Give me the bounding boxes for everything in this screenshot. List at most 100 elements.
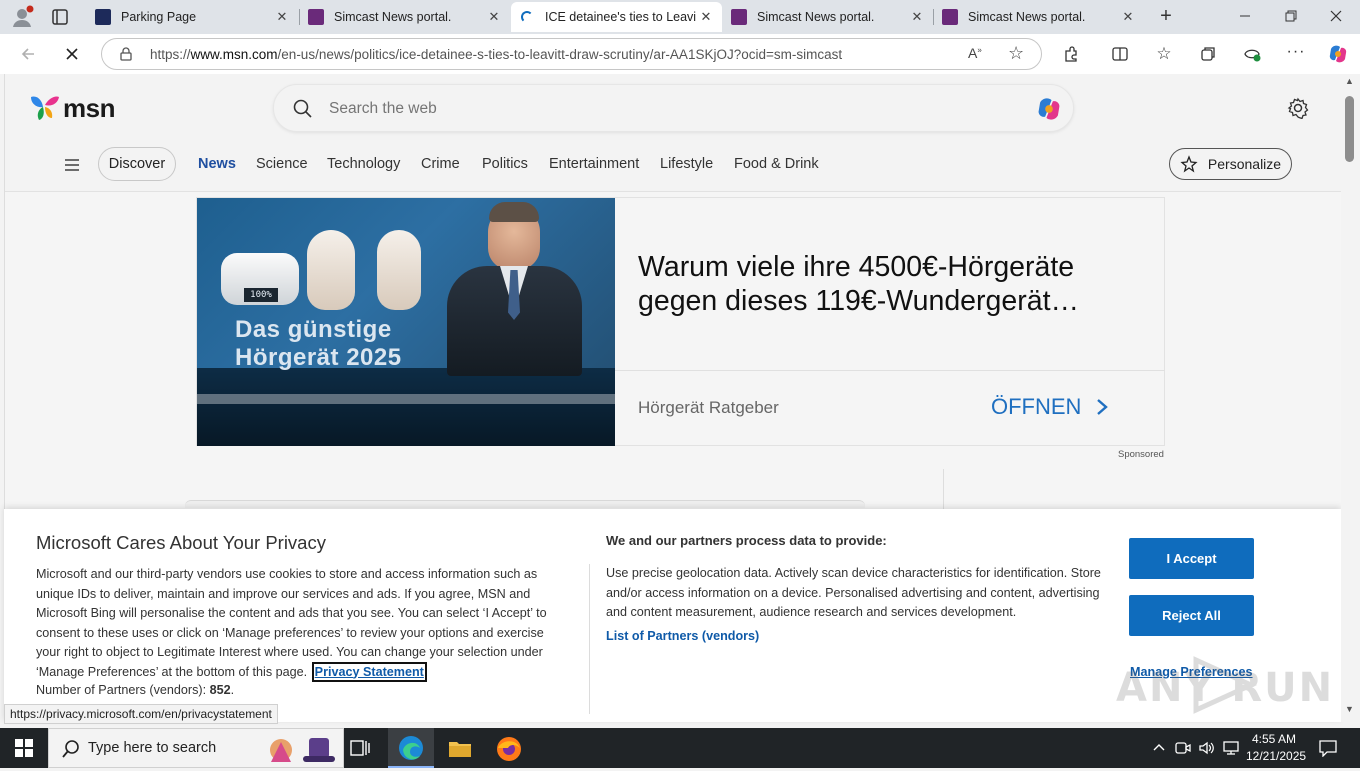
copilot-search-icon[interactable] — [1034, 95, 1064, 128]
nav-food-drink[interactable]: Food & Drink — [734, 156, 819, 172]
close-window-icon[interactable] — [1327, 7, 1345, 25]
privacy-statement-link[interactable]: Privacy Statement — [311, 661, 427, 682]
tab-simcast-1[interactable]: Simcast News portal. ✕ — [300, 2, 510, 32]
toolbar: https://www.msn.com/en-us/news/politics/… — [0, 34, 1360, 74]
taskbar-search-box[interactable]: Type here to search — [48, 728, 344, 768]
tab-strip: Parking Page ✕ Simcast News portal. ✕ IC… — [0, 0, 1360, 34]
simcast-favicon-icon — [942, 9, 958, 25]
tab-simcast-3[interactable]: Simcast News portal. ✕ — [934, 2, 1144, 32]
tab-actions-icon[interactable] — [50, 7, 70, 27]
category-nav: Discover News Science Technology Crime P… — [5, 146, 1341, 182]
meet-now-icon[interactable] — [1175, 740, 1191, 761]
clock-date[interactable]: 12/21/2025 — [1246, 749, 1306, 763]
sponsored-ad[interactable]: 100% Das günstige Hörgerät 2025 Warum vi… — [196, 197, 1165, 446]
read-aloud-icon[interactable]: A» — [968, 45, 982, 61]
favorite-star-icon[interactable]: ☆ — [1008, 43, 1024, 64]
new-tab-icon[interactable]: + — [1155, 5, 1177, 27]
windows-taskbar: Type here to search 4:55 AM 12/21/2025 — [0, 728, 1360, 768]
discover-label: Discover — [108, 156, 166, 172]
vertical-scrollbar[interactable]: ▲ ▼ — [1341, 74, 1360, 722]
list-of-partners-link[interactable]: List of Partners (vendors) — [606, 629, 759, 643]
firefox-icon[interactable] — [496, 736, 522, 767]
network-icon[interactable] — [1222, 740, 1240, 761]
hamburger-menu-icon[interactable] — [64, 158, 80, 177]
chevron-right-icon — [1097, 399, 1109, 415]
nav-technology[interactable]: Technology — [327, 156, 400, 172]
stop-loading-icon[interactable] — [60, 42, 84, 66]
ad-cta-label: ÖFFNEN — [991, 394, 1082, 419]
volume-icon[interactable] — [1198, 740, 1216, 761]
site-info-icon[interactable] — [118, 46, 134, 62]
scroll-up-arrow-icon[interactable]: ▲ — [1345, 76, 1354, 86]
back-icon[interactable] — [16, 42, 40, 66]
ad-image[interactable]: 100% Das günstige Hörgerät 2025 — [197, 198, 615, 446]
msn-butterfly-icon — [31, 96, 59, 120]
msn-logo[interactable]: msn — [29, 93, 115, 123]
copilot-icon[interactable] — [1326, 42, 1350, 66]
collections-icon[interactable] — [1196, 42, 1220, 66]
web-search-box[interactable] — [273, 84, 1074, 132]
scrollbar-thumb[interactable] — [1345, 96, 1354, 162]
favorites-icon[interactable]: ☆ — [1152, 42, 1176, 66]
personalize-button[interactable]: Personalize — [1169, 148, 1292, 180]
nav-politics[interactable]: Politics — [482, 156, 528, 172]
accept-label: I Accept — [1166, 551, 1217, 566]
profile-icon[interactable] — [10, 5, 34, 29]
task-view-icon[interactable] — [350, 738, 370, 763]
nav-news[interactable]: News — [198, 156, 236, 172]
close-tab-icon[interactable]: ✕ — [1118, 9, 1138, 25]
ad-divider — [615, 370, 1165, 371]
feed-column-divider — [943, 469, 944, 509]
notifications-icon[interactable] — [1318, 739, 1338, 762]
ad-cta-button[interactable]: ÖFFNEN — [991, 394, 1111, 420]
privacy-body: Microsoft and our third-party vendors us… — [36, 565, 571, 682]
search-input[interactable] — [329, 97, 1009, 121]
nav-entertainment[interactable]: Entertainment — [549, 156, 639, 172]
browser-essentials-icon[interactable] — [1240, 42, 1264, 66]
accept-button[interactable]: I Accept — [1129, 538, 1254, 579]
watermark-text: ANY RUN — [1116, 665, 1335, 711]
file-explorer-icon[interactable] — [448, 738, 472, 763]
nav-science[interactable]: Science — [256, 156, 308, 172]
scroll-down-arrow-icon[interactable]: ▼ — [1345, 704, 1354, 714]
split-screen-icon[interactable] — [1108, 42, 1132, 66]
presenter-hair — [489, 202, 539, 222]
tab-title: Simcast News portal. — [334, 10, 452, 24]
edge-taskbar-icon[interactable] — [388, 728, 434, 768]
loading-spinner-icon — [521, 11, 533, 23]
status-url-tooltip: https://privacy.microsoft.com/en/privacy… — [4, 704, 278, 724]
nav-lifestyle[interactable]: Lifestyle — [660, 156, 713, 172]
reject-all-button[interactable]: Reject All — [1129, 595, 1254, 636]
windows-start-icon[interactable] — [15, 739, 33, 762]
discover-button[interactable]: Discover — [98, 147, 176, 181]
close-tab-icon[interactable]: ✕ — [696, 9, 716, 25]
ad-headline[interactable]: Warum viele ihre 4500€-Hörgeräte gegen d… — [638, 250, 1128, 318]
nav-crime[interactable]: Crime — [421, 156, 460, 172]
settings-gear-icon[interactable] — [1287, 97, 1309, 124]
tab-title: Simcast News portal. — [968, 10, 1086, 24]
restore-icon[interactable] — [1282, 7, 1300, 25]
simcast-favicon-icon — [731, 9, 747, 25]
close-tab-icon[interactable]: ✕ — [272, 9, 292, 25]
tab-simcast-2[interactable]: Simcast News portal. ✕ — [723, 2, 933, 32]
privacy-body-text: Microsoft and our third-party vendors us… — [36, 567, 547, 679]
clock-time[interactable]: 4:55 AM — [1252, 732, 1296, 746]
extensions-icon[interactable] — [1059, 42, 1083, 66]
address-bar[interactable]: https://www.msn.com/en-us/news/politics/… — [101, 38, 1042, 70]
partners-suffix: . — [230, 683, 235, 697]
simcast-favicon-icon — [308, 9, 324, 25]
url-text[interactable]: https://www.msn.com/en-us/news/politics/… — [150, 47, 842, 62]
hearing-aid-device — [377, 230, 421, 310]
anyrun-watermark: ANY RUN — [1116, 655, 1332, 715]
ad-image-text-1: Das günstige — [235, 316, 392, 343]
minimize-icon[interactable] — [1236, 7, 1254, 25]
tab-ice-detainee[interactable]: ICE detainee's ties to Leavitt ✕ — [511, 2, 722, 32]
tab-parking-page[interactable]: Parking Page ✕ — [87, 2, 298, 32]
search-highlight-icon — [261, 732, 339, 766]
feed-card-edge — [185, 500, 865, 508]
close-tab-icon[interactable]: ✕ — [484, 9, 504, 25]
more-options-icon[interactable]: ··· — [1284, 40, 1308, 64]
show-hidden-icons-chevron-icon[interactable] — [1152, 740, 1166, 759]
privacy-title: Microsoft Cares About Your Privacy — [36, 532, 326, 553]
close-tab-icon[interactable]: ✕ — [907, 9, 927, 25]
